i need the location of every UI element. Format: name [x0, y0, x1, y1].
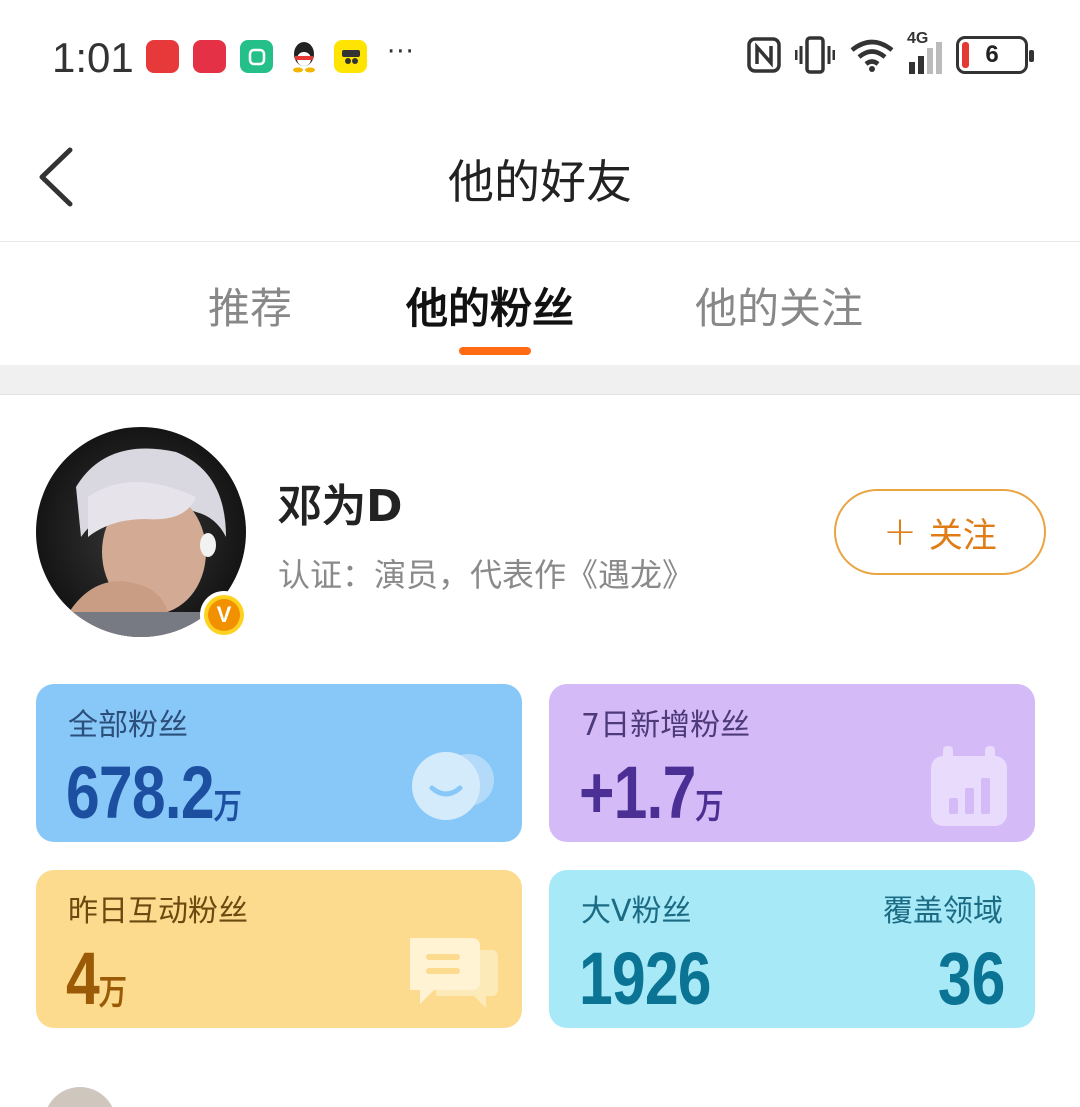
signal-indicator: 4G: [907, 30, 942, 74]
profile-name[interactable]: 邓为D: [278, 470, 403, 534]
stat-card-new-fans-7d[interactable]: 7日新增粉丝 +1.7万: [549, 684, 1035, 842]
active-tab-indicator: [459, 347, 531, 355]
follow-button-label: 关注: [928, 515, 997, 556]
stat-unit: 万: [213, 787, 242, 827]
status-time: 1:01: [52, 34, 134, 81]
stat-label: 7日新增粉丝: [581, 708, 751, 743]
wifi-icon: [850, 39, 894, 72]
stat-number: 1926: [579, 937, 712, 1020]
stat-unit: 万: [98, 973, 127, 1013]
signal-bar-2: [918, 56, 924, 74]
battery-level-fill: [962, 42, 969, 68]
section-divider: [0, 365, 1080, 395]
domains-value: 36: [938, 942, 1005, 1016]
stat-label: 昨日互动粉丝: [68, 894, 248, 929]
signal-bar-4: [936, 42, 942, 74]
mi-home-icon: [240, 40, 273, 73]
plus-icon: +: [883, 509, 917, 555]
red-app-icon: [193, 40, 226, 73]
stat-value: +1.7万: [579, 756, 723, 830]
battery-level-text: 6: [985, 41, 999, 68]
list-item-avatar[interactable]: [44, 1087, 116, 1107]
vibrate-icon: [795, 36, 835, 74]
tab-recommend[interactable]: 推荐: [208, 275, 292, 336]
system-icons: 4G 6: [747, 30, 1034, 74]
huawei-appgallery-icon: [146, 40, 179, 73]
follow-button[interactable]: + 关注: [834, 489, 1046, 575]
stat-card-big-v-fans[interactable]: 大V粉丝 覆盖领域 1926 36: [549, 870, 1035, 1028]
stat-value: 4万: [66, 942, 127, 1016]
xianyu-icon: [334, 40, 367, 73]
stat-number: +1.7: [579, 751, 696, 834]
stat-label: 大V粉丝: [581, 894, 692, 929]
domains-number: 36: [937, 937, 1005, 1020]
network-type-label: 4G: [907, 30, 929, 47]
users-icon: [412, 752, 494, 820]
stat-number: 678.2: [66, 751, 215, 834]
signal-bar-1: [909, 62, 915, 74]
chat-bubble-icon: [410, 938, 498, 1008]
profile-avatar-wrap[interactable]: V: [36, 427, 248, 639]
battery-indicator: 6: [956, 36, 1034, 74]
tab-bar: 推荐 他的粉丝 他的关注: [0, 243, 1080, 365]
tab-his-fans[interactable]: 他的粉丝: [406, 275, 574, 336]
stat-value: 1926: [579, 942, 712, 1016]
tab-his-follows[interactable]: 他的关注: [695, 275, 863, 336]
profile-verification: 认证：演员，代表作《遇龙》: [278, 556, 695, 594]
stat-unit: 万: [695, 787, 724, 827]
page-title: 他的好友: [448, 155, 632, 209]
stat-card-total-fans[interactable]: 全部粉丝 678.2万: [36, 684, 522, 842]
status-bar: 1:01 ··· 4G 6: [0, 0, 1080, 110]
more-notifications-icon: ···: [387, 36, 415, 67]
notification-icons: ···: [146, 36, 415, 73]
stat-label: 全部粉丝: [68, 708, 188, 743]
title-bar: 他的好友: [0, 112, 1080, 242]
calendar-chart-icon: [931, 746, 1007, 826]
stat-number: 4: [66, 937, 100, 1020]
signal-bar-3: [927, 48, 933, 74]
verified-badge: V: [200, 591, 248, 639]
qq-icon: [287, 40, 320, 73]
domains-label: 覆盖领域: [883, 894, 1003, 929]
stat-value: 678.2万: [66, 756, 242, 830]
stat-card-interactive-fans[interactable]: 昨日互动粉丝 4万: [36, 870, 522, 1028]
nfc-icon: [747, 37, 781, 73]
verified-badge-letter: V: [208, 599, 240, 631]
